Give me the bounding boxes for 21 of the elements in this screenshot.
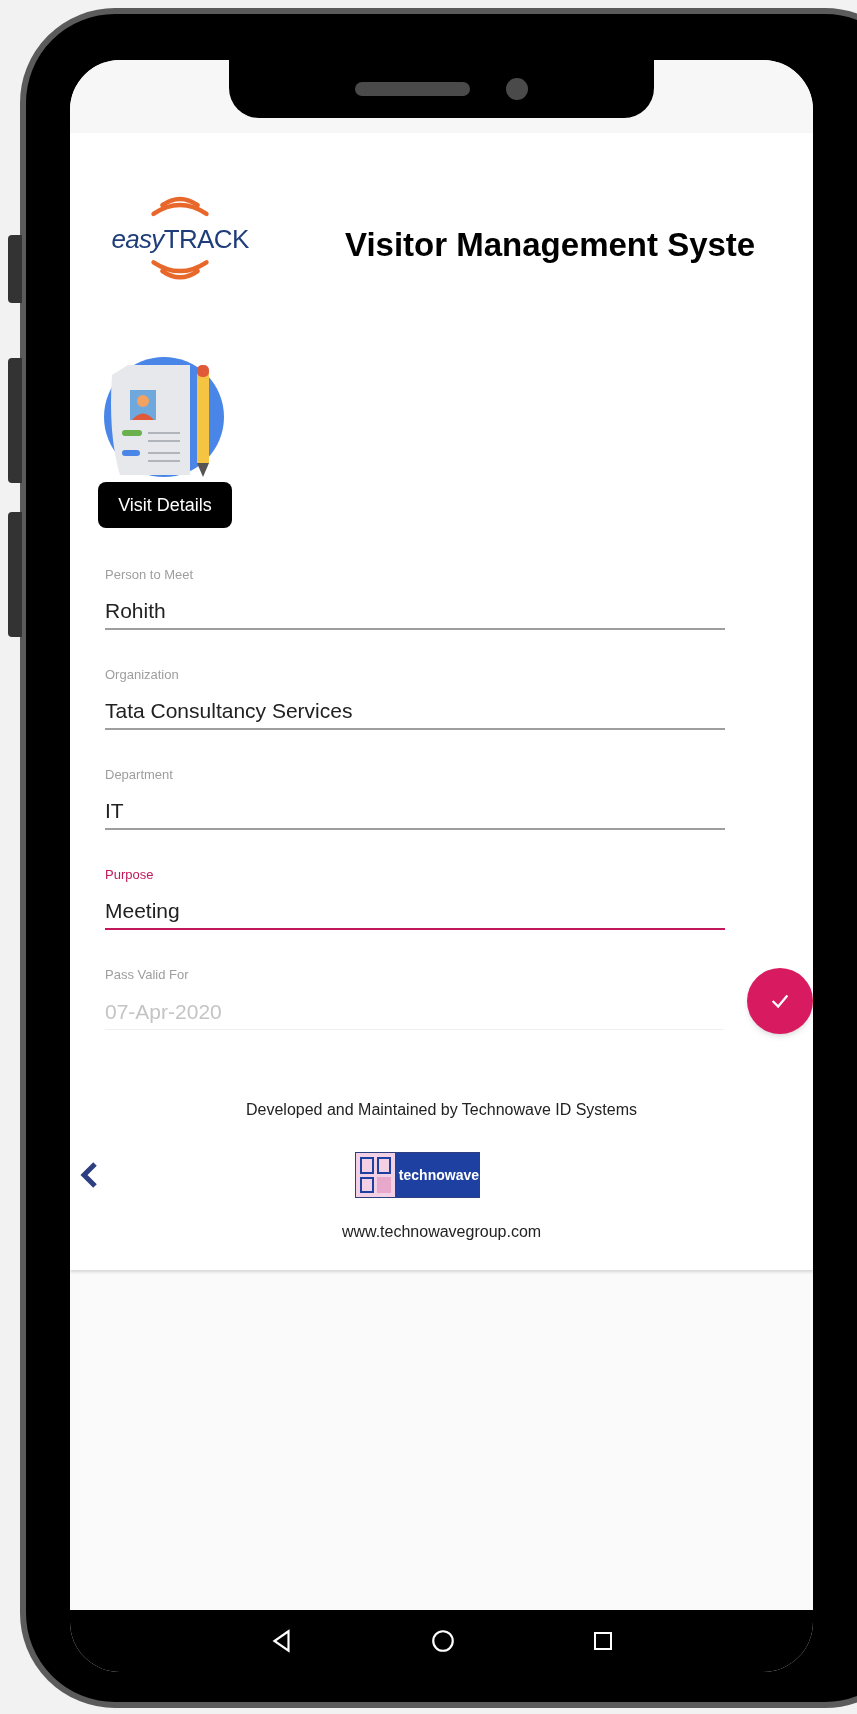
input-field[interactable]: IT	[105, 794, 725, 830]
visit-details-label: Visit Details	[98, 482, 232, 528]
credit-text: Developed and Maintained by Technowave ID Systems	[245, 1100, 637, 1120]
speaker-icon	[355, 82, 470, 96]
field-label: Department	[105, 766, 174, 784]
app-logo: easyTRACK	[95, 190, 265, 300]
page-title: Visitor Management Syste	[345, 225, 756, 266]
home-icon[interactable]	[429, 1628, 456, 1654]
confirm-button[interactable]	[747, 968, 813, 1034]
input-field[interactable]: Meeting	[105, 894, 725, 930]
field-label: Purpose	[105, 866, 155, 884]
field-label: Organization	[105, 666, 180, 684]
camera-icon	[506, 78, 528, 100]
field-label: Pass Valid For	[105, 966, 190, 984]
company-logo: technowave	[355, 1152, 480, 1198]
website-link[interactable]: www.technowavegroup.com	[341, 1220, 542, 1244]
field-label: Person to Meet	[105, 566, 195, 584]
back-chevron-icon[interactable]	[78, 1160, 100, 1190]
qr-code-icon	[356, 1153, 395, 1197]
input-field[interactable]: Rohith	[105, 594, 725, 630]
input-field[interactable]: Tata Consultancy Services	[105, 694, 725, 730]
